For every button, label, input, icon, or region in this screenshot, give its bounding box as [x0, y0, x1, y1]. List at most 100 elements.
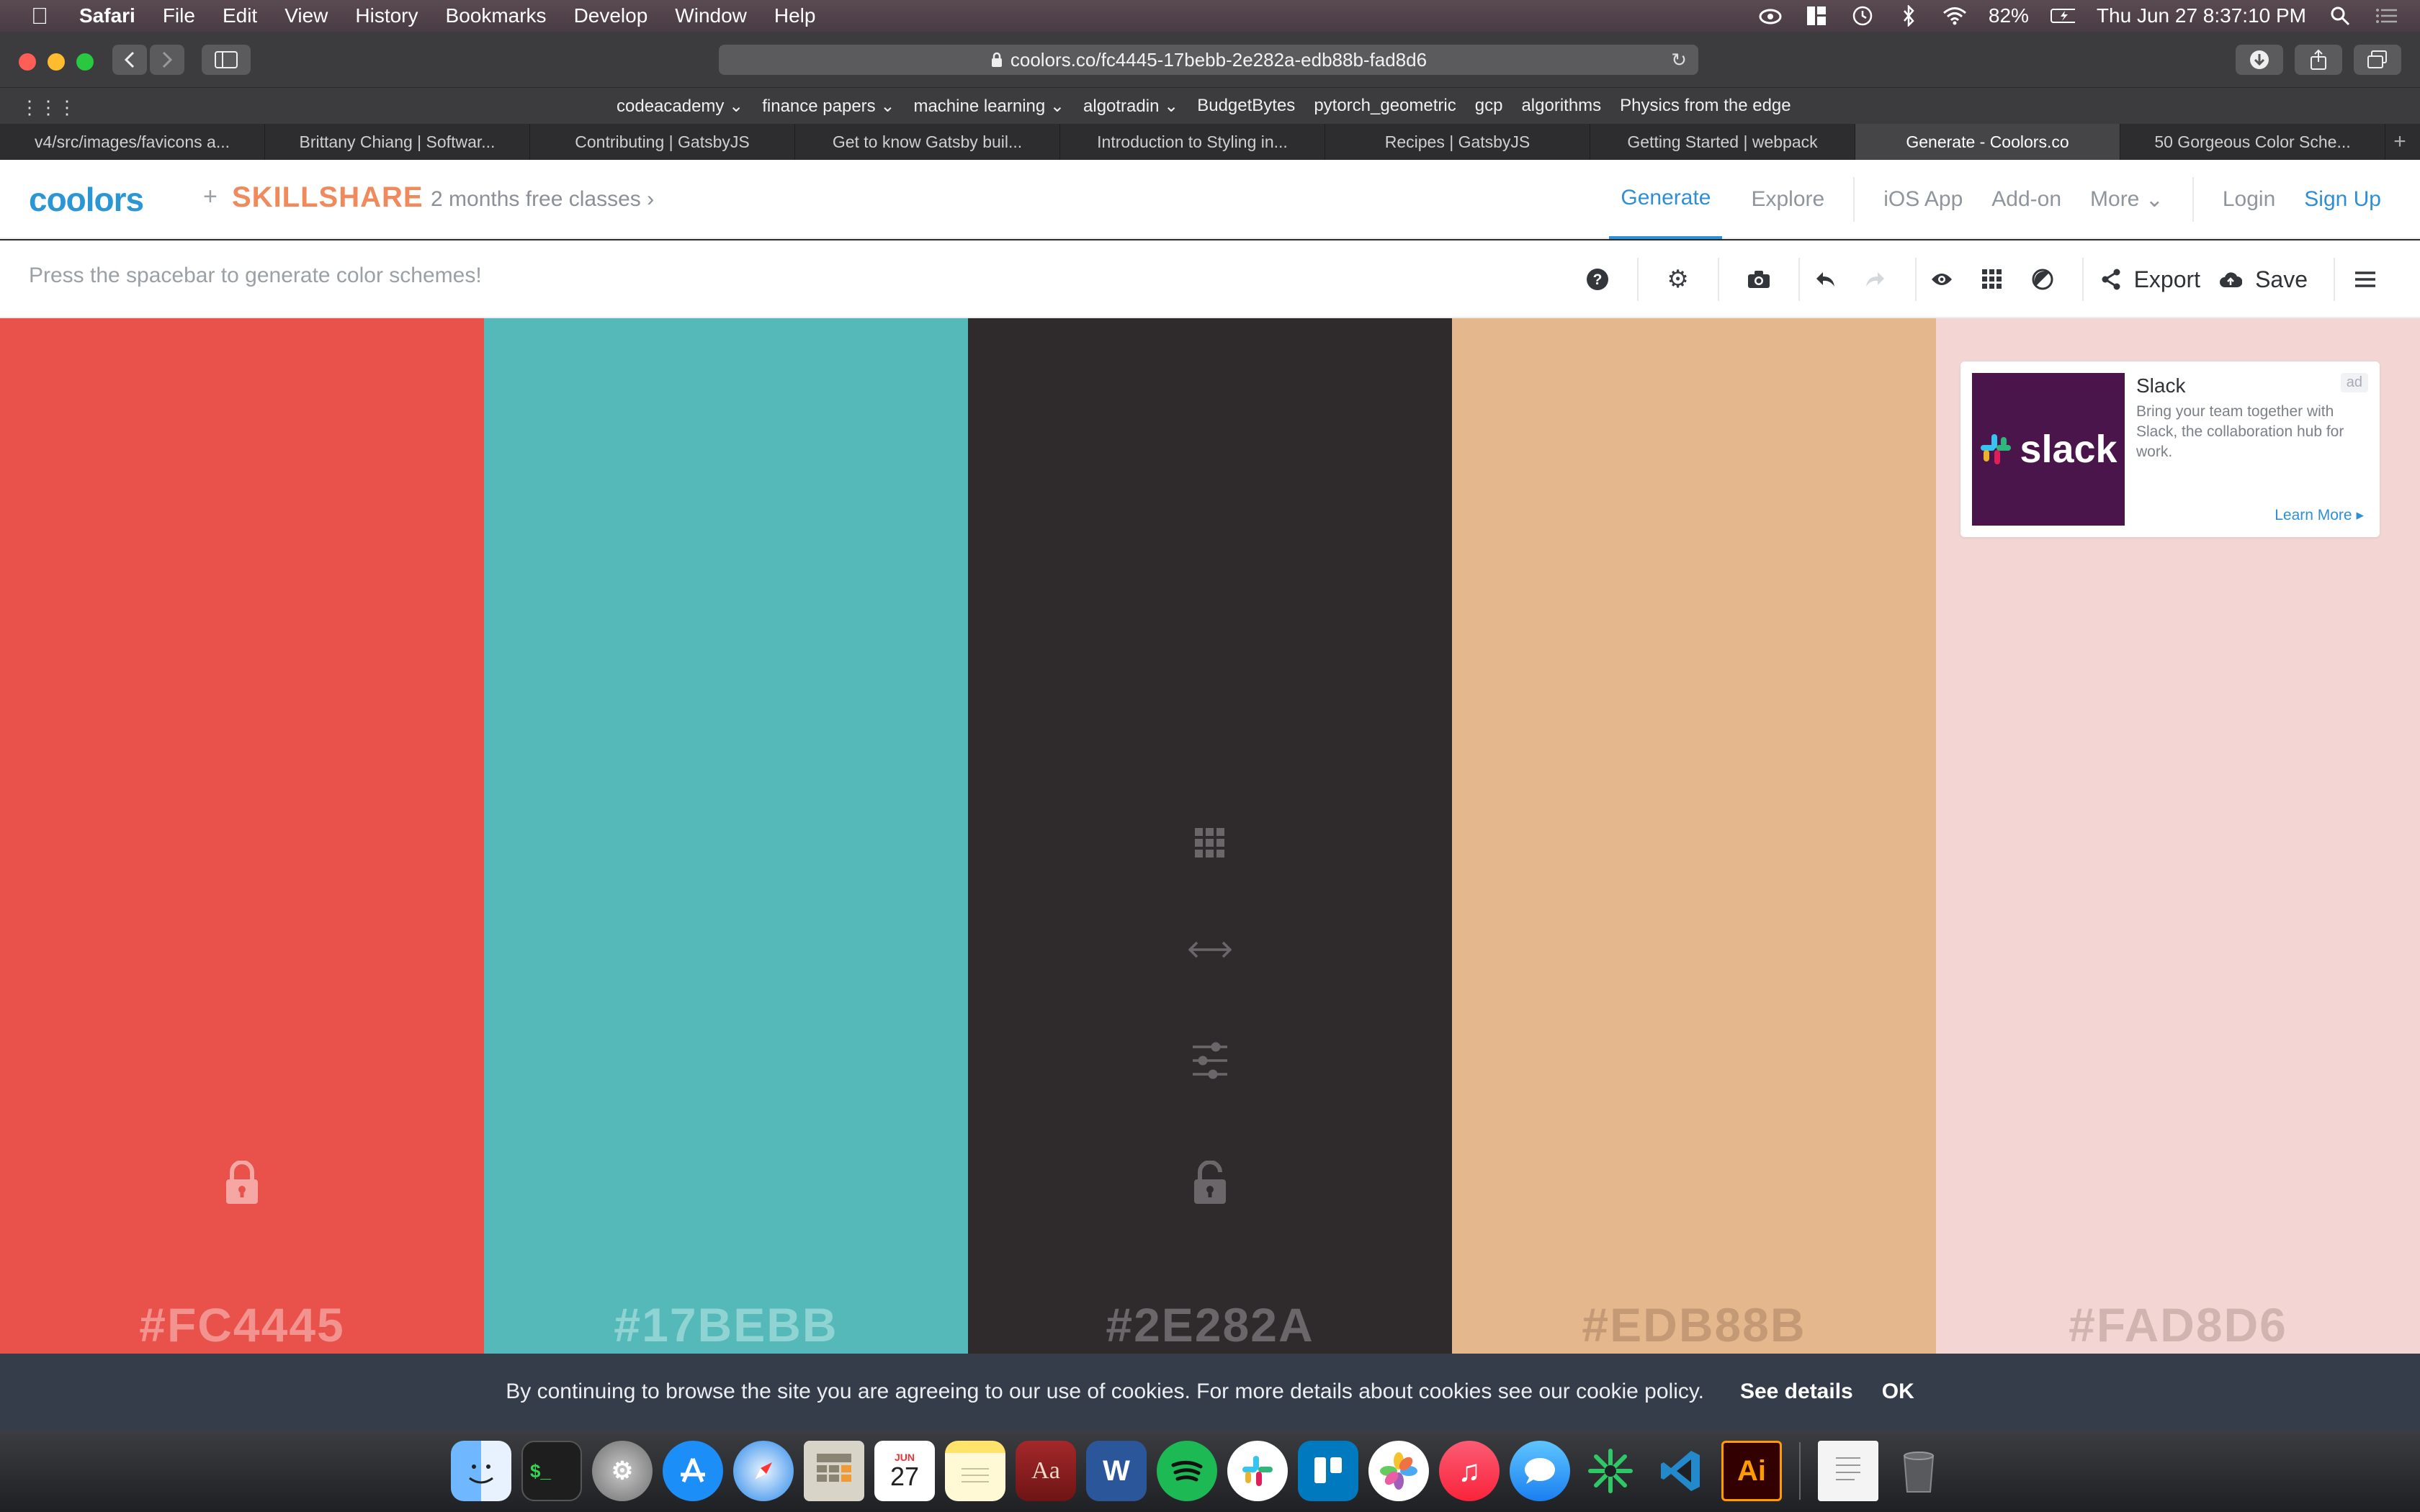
apple-menu-icon[interactable]: : [0, 3, 79, 30]
document-stack-icon[interactable]: [1818, 1441, 1878, 1501]
favorite-budgetbytes[interactable]: BudgetBytes: [1197, 96, 1295, 116]
pycharm-style-app-icon[interactable]: [1580, 1441, 1641, 1501]
time-machine-icon[interactable]: [1850, 5, 1875, 27]
slack-ad-image[interactable]: slack: [1972, 373, 2125, 526]
favorite-gcp[interactable]: gcp: [1475, 96, 1503, 116]
favorite-algorithms[interactable]: algorithms: [1521, 96, 1601, 116]
dictionary-icon[interactable]: Aa: [1016, 1441, 1076, 1501]
slack-ad-card[interactable]: slack Slack ad Bring your team together …: [1960, 361, 2380, 537]
wifi-icon[interactable]: [1942, 5, 1967, 27]
menu-history[interactable]: History: [355, 4, 418, 27]
help-icon[interactable]: ?: [1558, 268, 1637, 291]
grid-shades-icon[interactable]: [1195, 828, 1225, 858]
menu-clock[interactable]: Thu Jun 27 8:37:10 PM: [2097, 4, 2306, 27]
nav-explore[interactable]: Explore: [1751, 160, 1824, 239]
calculator-icon[interactable]: [804, 1441, 864, 1501]
safari-icon[interactable]: [733, 1441, 794, 1501]
menu-help[interactable]: Help: [774, 4, 816, 27]
forward-button[interactable]: [150, 45, 184, 75]
trash-icon[interactable]: [1888, 1441, 1949, 1501]
favorite-pytorch-geometric[interactable]: pytorch_geometric: [1314, 96, 1456, 116]
hamburger-menu-icon[interactable]: [2335, 271, 2396, 288]
browser-tab[interactable]: Brittany Chiang | Softwar...: [265, 124, 530, 160]
nav-ios-app[interactable]: iOS App: [1883, 160, 1963, 239]
lock-closed-icon[interactable]: [225, 1161, 259, 1205]
downloads-button[interactable]: [2236, 45, 2283, 75]
nav-more[interactable]: More ⌄: [2090, 160, 2164, 239]
menu-bookmarks[interactable]: Bookmarks: [446, 4, 547, 27]
camera-icon[interactable]: [1719, 270, 1798, 289]
undo-icon[interactable]: [1800, 270, 1850, 289]
hex-code[interactable]: #17BEBB: [484, 1297, 968, 1352]
illustrator-icon[interactable]: Ai: [1721, 1441, 1782, 1501]
color-swatch[interactable]: #EDB88B: [1452, 318, 1936, 1355]
favorite-machine-learning[interactable]: machine learning ⌄: [913, 96, 1065, 117]
notification-center-icon[interactable]: [2374, 5, 2398, 27]
menu-develop[interactable]: Develop: [574, 4, 648, 27]
bluetooth-icon[interactable]: [1896, 5, 1921, 27]
settings-gear-icon[interactable]: ⚙: [1639, 265, 1718, 294]
browser-tab[interactable]: Introduction to Styling in...: [1060, 124, 1325, 160]
spotify-icon[interactable]: [1157, 1441, 1217, 1501]
new-tab-icon[interactable]: +: [2385, 124, 2414, 160]
zoom-window-button[interactable]: [76, 53, 94, 71]
grid-view-icon[interactable]: [1967, 269, 2017, 289]
ad-title[interactable]: Slack: [2136, 374, 2185, 397]
browser-tab[interactable]: Recipes | GatsbyJS: [1325, 124, 1590, 160]
menu-view[interactable]: View: [284, 4, 328, 27]
notes-icon[interactable]: [945, 1441, 1005, 1501]
browser-tab[interactable]: 50 Gorgeous Color Sche...: [2120, 124, 2385, 160]
share-button[interactable]: [2295, 45, 2342, 75]
color-swatch[interactable]: #2E282A: [968, 318, 1452, 1355]
favorite-finance-papers[interactable]: finance papers ⌄: [762, 96, 895, 117]
menu-file[interactable]: File: [163, 4, 195, 27]
contrast-icon[interactable]: [2017, 269, 2068, 290]
promo-link[interactable]: 2 months free classes ›: [431, 187, 654, 212]
reload-icon[interactable]: ↻: [1671, 49, 1687, 71]
menu-window[interactable]: Window: [675, 4, 747, 27]
window-manager-icon[interactable]: [1804, 5, 1829, 27]
menu-edit[interactable]: Edit: [223, 4, 257, 27]
creative-cloud-icon[interactable]: [1758, 5, 1783, 27]
browser-tab[interactable]: v4/src/images/favicons a...: [0, 124, 265, 160]
export-button[interactable]: Export: [2101, 266, 2219, 293]
app-store-icon[interactable]: [663, 1441, 723, 1501]
photos-icon[interactable]: [1368, 1441, 1429, 1501]
browser-tab-active[interactable]: Generate - Coolors.co: [1855, 124, 2120, 160]
browser-tab[interactable]: Getting Started | webpack: [1590, 124, 1855, 160]
color-swatch[interactable]: #17BEBB: [484, 318, 968, 1355]
trello-icon[interactable]: [1298, 1441, 1358, 1501]
battery-icon[interactable]: [2050, 5, 2075, 27]
nav-login[interactable]: Login: [2223, 160, 2275, 239]
favorite-codeacademy[interactable]: codeacademy ⌄: [617, 96, 743, 117]
sidebar-toggle-button[interactable]: [202, 45, 251, 75]
close-window-button[interactable]: [19, 53, 36, 71]
slack-app-icon[interactable]: [1227, 1441, 1288, 1501]
hex-code[interactable]: #2E282A: [968, 1297, 1452, 1352]
finder-icon[interactable]: [451, 1441, 511, 1501]
calendar-icon[interactable]: JUN 27: [874, 1441, 935, 1501]
nav-generate[interactable]: Generate: [1609, 160, 1723, 239]
favorites-grid-icon[interactable]: ⋮⋮⋮: [20, 96, 76, 119]
cookie-see-details-link[interactable]: See details: [1740, 1380, 1853, 1404]
favorite-algotradin[interactable]: algotradin ⌄: [1083, 96, 1178, 117]
terminal-icon[interactable]: $_: [521, 1441, 582, 1501]
nav-sign-up[interactable]: Sign Up: [2304, 160, 2381, 239]
adjust-sliders-icon[interactable]: [1191, 1041, 1229, 1080]
favorite-physics-from-the-edge[interactable]: Physics from the edge: [1620, 96, 1791, 116]
minimize-window-button[interactable]: [48, 53, 65, 71]
hex-code[interactable]: #EDB88B: [1452, 1297, 1936, 1352]
coolors-logo[interactable]: coolors: [29, 180, 144, 219]
address-bar[interactable]: coolors.co/fc4445-17bebb-2e282a-edb88b-f…: [719, 45, 1698, 75]
ad-learn-more-link[interactable]: Learn More ▸: [2275, 506, 2364, 524]
spotlight-search-icon[interactable]: [2328, 5, 2352, 27]
word-icon[interactable]: W: [1086, 1441, 1147, 1501]
nav-add-on[interactable]: Add-on: [1991, 160, 2061, 239]
lock-open-icon[interactable]: [1193, 1161, 1227, 1205]
hex-code[interactable]: #FC4445: [0, 1297, 484, 1352]
save-button[interactable]: Save: [2219, 266, 2326, 293]
browser-tab[interactable]: Contributing | GatsbyJS: [530, 124, 795, 160]
show-all-tabs-button[interactable]: [2354, 45, 2401, 75]
menu-app-name[interactable]: Safari: [79, 4, 135, 27]
vscode-icon[interactable]: [1651, 1441, 1711, 1501]
